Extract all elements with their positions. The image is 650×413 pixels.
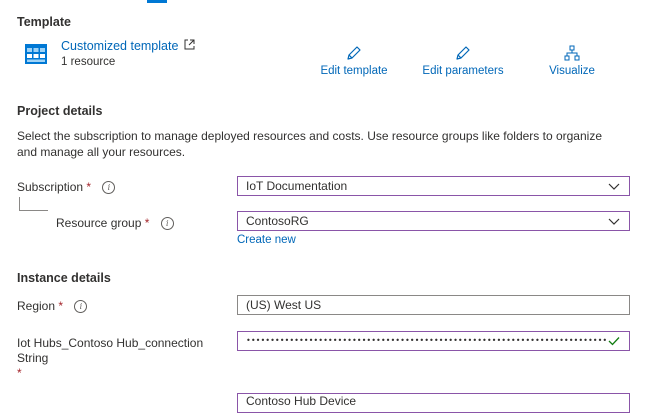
- connection-string-label: Iot Hubs_Contoso Hub_connection String: [17, 336, 204, 365]
- subscription-label-row: Subscription * i: [17, 180, 116, 194]
- hierarchy-icon: [564, 45, 580, 61]
- region-label-row: Region * i: [17, 299, 88, 313]
- resource-group-label-row: Resource group * i: [56, 216, 174, 230]
- resource-group-value: ContosoRG: [246, 214, 309, 228]
- checkmark-icon: [608, 337, 620, 346]
- edit-parameters-label: Edit parameters: [422, 65, 504, 77]
- region-label: Region: [17, 299, 56, 313]
- region-value: (US) West US: [246, 298, 322, 312]
- required-marker: *: [58, 299, 64, 313]
- required-marker: *: [17, 366, 22, 380]
- next-field[interactable]: Contoso Hub Device: [237, 393, 630, 413]
- edit-template-label: Edit template: [320, 65, 388, 77]
- connection-string-input[interactable]: ••••••••••••••••••••••••••••••••••••••••…: [237, 331, 630, 351]
- visualize-label: Visualize: [549, 65, 595, 77]
- info-icon[interactable]: i: [160, 217, 174, 230]
- pencil-icon: [456, 46, 470, 60]
- create-new-link[interactable]: Create new: [237, 234, 296, 246]
- resource-count: 1 resource: [61, 56, 116, 68]
- chevron-down-icon: [608, 218, 620, 225]
- subscription-dropdown[interactable]: IoT Documentation: [237, 176, 630, 196]
- required-marker: *: [86, 180, 92, 194]
- subscription-label: Subscription: [17, 180, 84, 194]
- region-field[interactable]: (US) West US: [237, 295, 630, 315]
- edit-template-button[interactable]: Edit template: [312, 45, 396, 77]
- customized-template-link[interactable]: Customized template: [61, 39, 195, 53]
- template-icon: [25, 44, 47, 64]
- next-field-value: Contoso Hub Device: [246, 394, 357, 408]
- info-icon[interactable]: i: [74, 300, 88, 313]
- customized-template-label: Customized template: [61, 39, 179, 53]
- resource-group-dropdown[interactable]: ContosoRG: [237, 211, 630, 231]
- pencil-icon: [347, 46, 361, 60]
- tree-connector: [19, 197, 48, 211]
- template-section-title: Template: [17, 15, 71, 29]
- info-icon[interactable]: i: [102, 181, 116, 194]
- chevron-down-icon: [608, 183, 620, 190]
- project-details-description: Select the subscription to manage deploy…: [17, 129, 602, 159]
- required-marker: *: [144, 216, 150, 230]
- instance-details-title: Instance details: [17, 271, 111, 285]
- visualize-button[interactable]: Visualize: [537, 45, 607, 77]
- resource-group-label: Resource group: [56, 216, 142, 230]
- edit-parameters-button[interactable]: Edit parameters: [416, 45, 510, 77]
- subscription-value: IoT Documentation: [246, 179, 348, 193]
- connection-label-row: Iot Hubs_Contoso Hub_connection String *: [17, 336, 232, 381]
- connection-string-value: ••••••••••••••••••••••••••••••••••••••••…: [246, 336, 606, 345]
- project-details-title: Project details: [17, 104, 103, 118]
- active-tab-indicator: [147, 0, 167, 3]
- external-link-icon: [184, 39, 195, 53]
